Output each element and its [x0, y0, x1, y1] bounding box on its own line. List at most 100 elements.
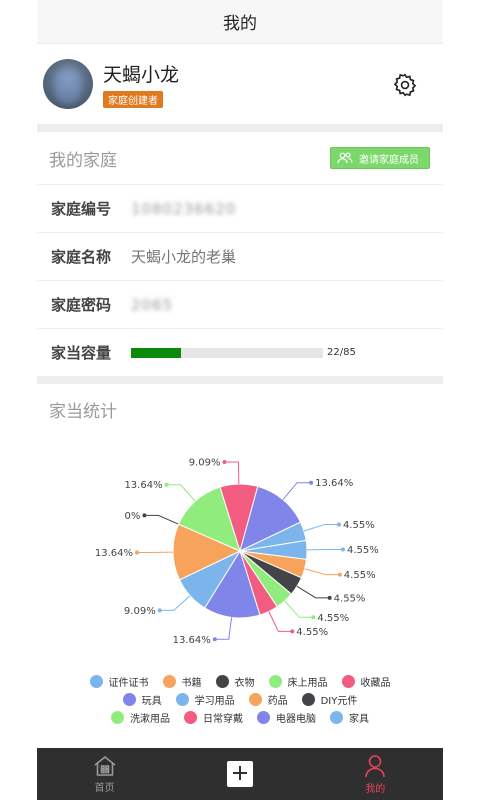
- section-divider: [37, 376, 443, 384]
- profile-info: 天蝎小龙 家庭创建者: [103, 60, 179, 108]
- capacity-label: 家当容量: [51, 344, 112, 362]
- pie-data-label-3: 4.55%: [317, 613, 349, 624]
- legend-item[interactable]: DIY元件: [301, 692, 358, 707]
- home-icon: [94, 755, 116, 776]
- legend-item[interactable]: 衣物: [215, 674, 255, 689]
- legend-row: 玩具 学习用品 药品 DIY元件: [37, 690, 443, 708]
- pie-label-dot-7: [135, 550, 140, 555]
- section-divider: [37, 124, 443, 132]
- pie-data-label-9: 13.64%: [124, 480, 162, 491]
- legend-swatch: [122, 692, 136, 706]
- legend-item[interactable]: 药品: [248, 692, 288, 707]
- pie-data-label-4: 4.55%: [296, 627, 328, 638]
- legend-row: 洗漱用品 日常穿戴 电器电脑 家具: [37, 708, 443, 726]
- capacity-progress-fill: [131, 347, 181, 358]
- tab-home[interactable]: 首页: [37, 748, 172, 800]
- family-name-row[interactable]: 家庭名称 天蝎小龙的老巢: [37, 232, 443, 280]
- legend-label: 衣物: [234, 677, 255, 689]
- legend-item[interactable]: 玩具: [122, 692, 162, 707]
- legend-label: 家具: [349, 713, 369, 725]
- pie-data-label-0: 4.55%: [347, 545, 379, 556]
- legend-swatch: [330, 710, 343, 724]
- tab-home-label: 首页: [94, 782, 115, 794]
- family-section-header: 我的家庭 邀请家庭成员: [37, 132, 443, 184]
- legend-swatch: [89, 674, 103, 688]
- profile-header[interactable]: 天蝎小龙 家庭创建者: [37, 44, 443, 124]
- pie-label-dot-10: [222, 460, 227, 465]
- invite-member-label: 邀请家庭成员: [359, 154, 419, 166]
- legend-swatch: [215, 674, 229, 688]
- pie-label-dot-3: [311, 615, 316, 620]
- capacity-text: 22/85: [327, 347, 356, 358]
- legend-item[interactable]: 洗漱用品: [111, 710, 170, 725]
- legend-item[interactable]: 证件证书: [89, 674, 149, 689]
- gear-icon[interactable]: [392, 72, 418, 98]
- pie-data-label-12: 4.55%: [343, 520, 375, 531]
- pie-label-dot-8: [142, 513, 147, 518]
- family-section-title: 我的家庭: [49, 150, 117, 171]
- app-screen: 我的 天蝎小龙 家庭创建者 我的家庭 邀请家庭成员 家庭编号 108023662…: [37, 0, 443, 800]
- pie-label-connector-2: [296, 585, 330, 599]
- legend-label: 书籍: [181, 677, 202, 689]
- pie-label-connector-12: [303, 523, 339, 532]
- avatar[interactable]: [43, 59, 93, 109]
- legend-swatch: [301, 692, 315, 706]
- legend-label: 床上用品: [287, 677, 328, 689]
- legend-label: 收藏品: [360, 677, 391, 689]
- add-icon: [226, 761, 253, 787]
- legend-swatch: [184, 710, 197, 724]
- bottom-tab-bar: 首页 我的: [37, 748, 443, 800]
- pie-label-dot-4: [290, 629, 295, 634]
- legend-label: 证件证书: [108, 677, 149, 689]
- legend-label: 日常穿戴: [203, 713, 243, 725]
- tab-mine[interactable]: 我的: [308, 748, 443, 800]
- family-password-label: 家庭密码: [51, 296, 112, 314]
- pie-data-label-2: 4.55%: [334, 593, 366, 604]
- family-name-value: 天蝎小龙的老巢: [131, 248, 237, 266]
- pie-label-dot-1: [337, 572, 342, 577]
- pie-label-connector-5: [214, 617, 233, 640]
- chart-legend: 证件证书 书籍 衣物 床上用品 收藏品玩具 学习用品 药品 DIY元件洗漱用品 日常穿戴 电器电脑…: [37, 672, 443, 726]
- family-id-row: 家庭编号 1080236620: [37, 184, 443, 232]
- pie-data-label-7: 13.64%: [95, 548, 133, 559]
- role-badge: 家庭创建者: [103, 91, 163, 108]
- pie-data-label-6: 9.09%: [124, 606, 156, 617]
- family-password-row[interactable]: 家庭密码 2065: [37, 280, 443, 328]
- family-id-label: 家庭编号: [51, 200, 112, 218]
- pie-data-label-11: 13.64%: [315, 478, 353, 489]
- username: 天蝎小龙: [103, 64, 180, 86]
- pie-label-dot-6: [157, 608, 162, 613]
- family-id-value: 1080236620: [131, 199, 237, 218]
- legend-label: 学习用品: [194, 695, 235, 707]
- legend-item[interactable]: 床上用品: [268, 674, 328, 689]
- page-title: 我的: [37, 0, 443, 44]
- pie-label-dot-0: [340, 547, 345, 552]
- pie-label-connector-3: [284, 600, 314, 618]
- legend-item[interactable]: 学习用品: [175, 692, 235, 707]
- legend-item[interactable]: 日常穿戴: [184, 710, 243, 725]
- pie-label-connector-11: [282, 482, 312, 500]
- legend-item[interactable]: 收藏品: [341, 674, 391, 689]
- pie-label-connector-9: [166, 484, 196, 502]
- pie-label-connector-8: [144, 514, 179, 525]
- legend-label: DIY元件: [320, 695, 358, 707]
- legend-swatch: [268, 674, 282, 688]
- legend-item[interactable]: 家具: [330, 710, 369, 725]
- user-icon: [365, 754, 386, 777]
- legend-swatch: [111, 710, 124, 724]
- people-icon: [337, 152, 353, 164]
- legend-swatch: [341, 674, 355, 688]
- pie-label-dot-2: [327, 595, 332, 600]
- tab-add[interactable]: [172, 748, 307, 800]
- pie-data-label-1: 4.55%: [344, 570, 376, 581]
- pie-label-dot-9: [164, 482, 169, 487]
- legend-label: 药品: [267, 695, 288, 707]
- pie-label-dot-5: [212, 637, 217, 642]
- invite-member-button[interactable]: 邀请家庭成员: [330, 147, 430, 169]
- legend-swatch: [162, 674, 176, 688]
- pie-label-connector-1: [304, 568, 340, 576]
- legend-item[interactable]: 电器电脑: [257, 710, 316, 725]
- pie-label-dot-12: [336, 522, 341, 527]
- legend-item[interactable]: 书籍: [162, 674, 202, 689]
- pie-label-dot-11: [309, 480, 314, 485]
